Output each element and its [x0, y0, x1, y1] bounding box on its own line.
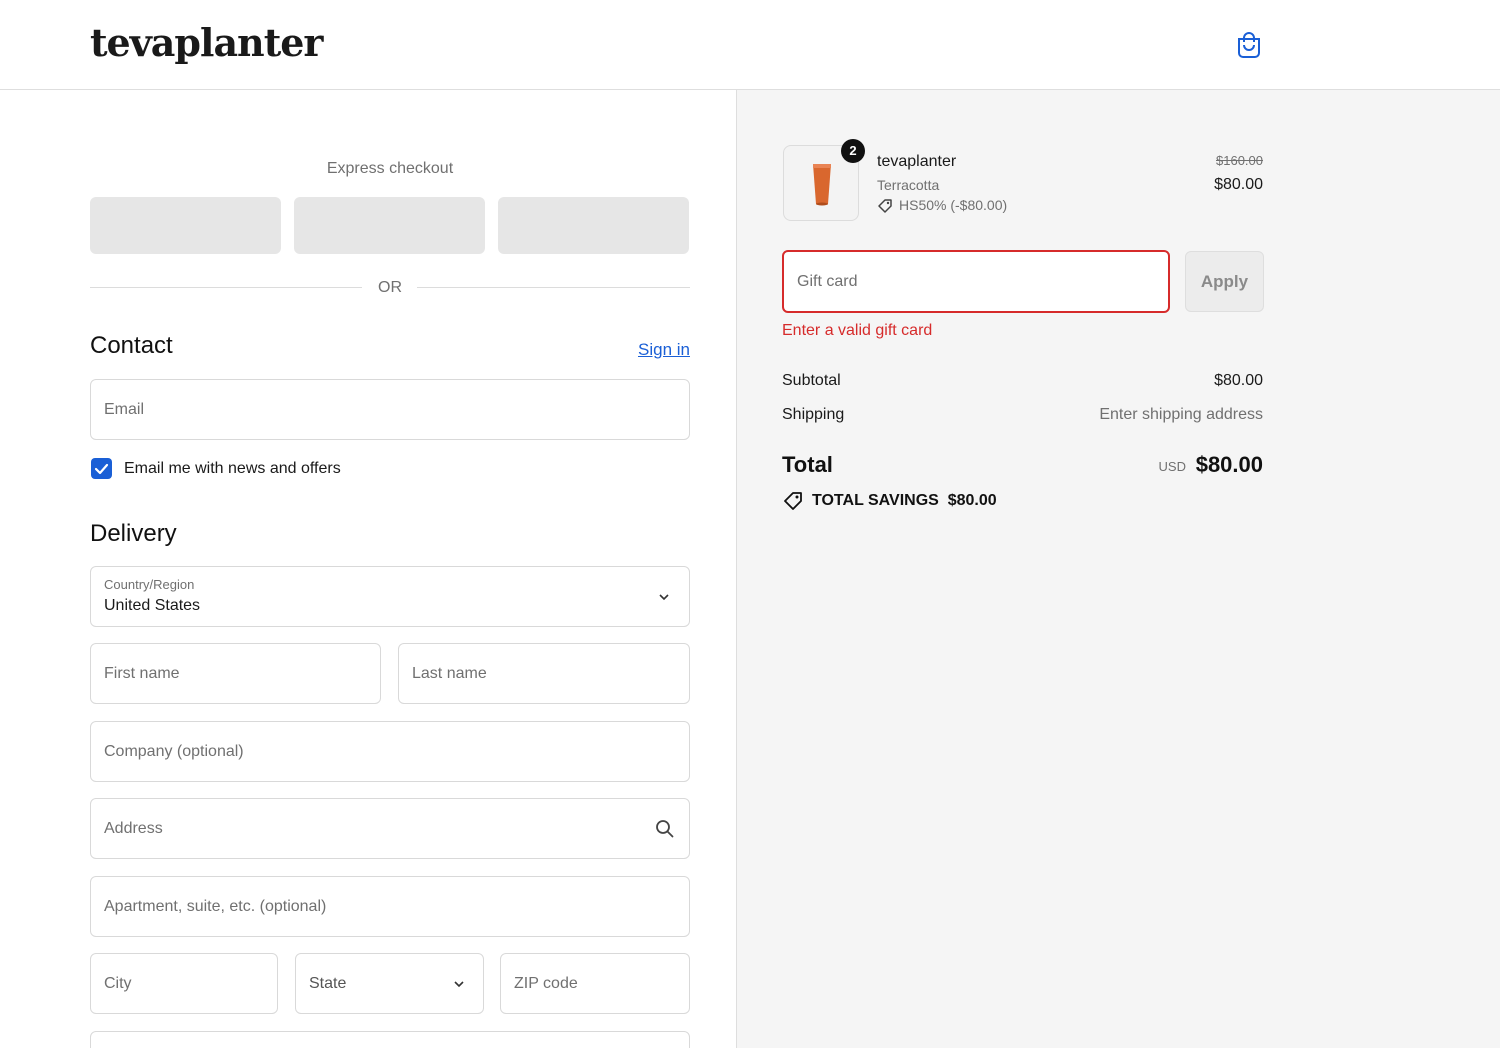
- final-price: $80.00: [1214, 176, 1263, 193]
- gift-card-input[interactable]: Gift card: [782, 250, 1170, 313]
- newsletter-checkbox[interactable]: [91, 458, 112, 479]
- country-select[interactable]: Country/Region United States: [90, 566, 690, 627]
- contact-title: Contact: [90, 332, 173, 359]
- company-field[interactable]: Company (optional): [90, 721, 690, 782]
- total-savings: TOTAL SAVINGS $80.00: [782, 490, 997, 512]
- apply-gift-card-button[interactable]: Apply: [1185, 251, 1264, 312]
- total-currency: USD: [1158, 459, 1186, 474]
- first-name-field[interactable]: First name: [90, 643, 381, 704]
- search-icon[interactable]: [655, 819, 675, 839]
- savings-tag-icon: [784, 492, 802, 510]
- state-select[interactable]: State: [295, 953, 484, 1014]
- product-discount: HS50% (-$80.00): [877, 197, 1007, 214]
- address-field[interactable]: Address: [90, 798, 690, 859]
- shipping-value: Enter shipping address: [1099, 406, 1263, 423]
- order-summary: 2 tevaplanter Terracotta HS50% (-$80.00)…: [736, 90, 1500, 1048]
- chevron-down-icon: [659, 594, 669, 601]
- city-field[interactable]: City: [90, 953, 278, 1014]
- phone-field[interactable]: [90, 1031, 690, 1048]
- checkout-form: Express checkout OR Contact Sign in Emai…: [0, 90, 736, 1048]
- sign-in-link[interactable]: Sign in: [638, 340, 690, 360]
- check-icon: [94, 463, 109, 475]
- express-pay-button-3[interactable]: [498, 197, 689, 254]
- shopping-bag-icon[interactable]: [1236, 31, 1262, 59]
- header: tevaplanter: [0, 0, 1500, 90]
- delivery-title: Delivery: [90, 520, 177, 547]
- total-value: $80.00: [1195, 452, 1263, 477]
- or-divider: OR: [90, 278, 690, 298]
- last-name-field[interactable]: Last name: [398, 643, 690, 704]
- product-name: tevaplanter: [877, 153, 957, 170]
- chevron-down-icon: [454, 981, 464, 988]
- express-checkout-title: Express checkout: [326, 160, 454, 177]
- store-logo[interactable]: tevaplanter: [90, 20, 323, 65]
- email-field[interactable]: Email: [90, 379, 690, 440]
- subtotal-value: $80.00: [1214, 372, 1263, 389]
- total-label: Total: [782, 452, 833, 477]
- zip-field[interactable]: ZIP code: [500, 953, 690, 1014]
- newsletter-label: Email me with news and offers: [124, 460, 341, 477]
- original-price: $160.00: [1216, 153, 1263, 168]
- product-variant: Terracotta: [877, 177, 940, 193]
- subtotal-label: Subtotal: [782, 372, 841, 389]
- quantity-badge: 2: [841, 139, 865, 163]
- discount-tag-icon: [878, 199, 892, 214]
- express-pay-button-1[interactable]: [90, 197, 281, 254]
- apartment-field[interactable]: Apartment, suite, etc. (optional): [90, 876, 690, 937]
- gift-card-error: Enter a valid gift card: [782, 322, 933, 339]
- express-pay-button-2[interactable]: [294, 197, 485, 254]
- shipping-label: Shipping: [782, 406, 845, 423]
